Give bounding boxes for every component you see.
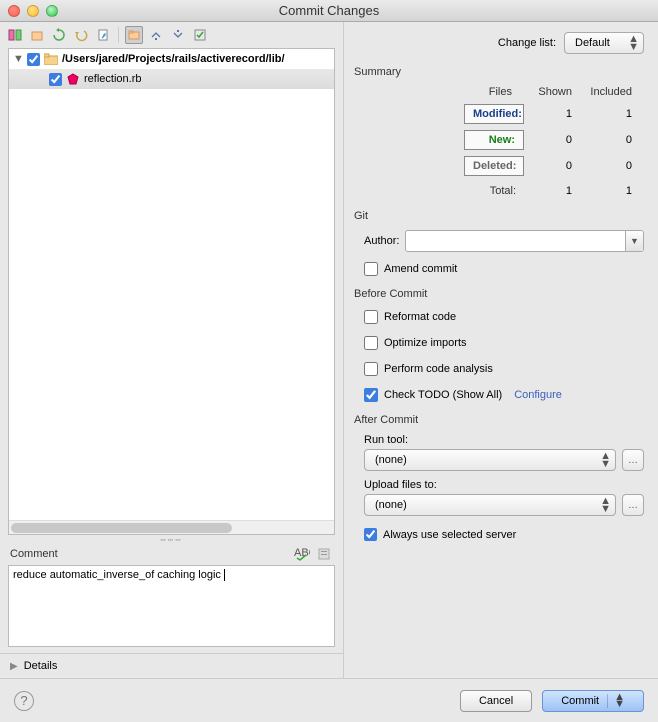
reformat-checkbox[interactable] [364, 310, 378, 324]
changelist-select[interactable]: Default ▲▼ [564, 32, 644, 54]
run-tool-browse-button[interactable]: … [622, 449, 644, 471]
col-included: Included [584, 86, 644, 98]
deleted-shown: 0 [524, 160, 584, 172]
collapse-all-icon[interactable] [169, 26, 187, 44]
revert-icon[interactable] [72, 26, 90, 44]
row-total-label: Total: [464, 182, 524, 200]
always-server-checkbox[interactable] [364, 528, 377, 541]
file-tree[interactable]: ▼ /Users/jared/Projects/rails/activereco… [8, 48, 335, 535]
root-path-label: /Users/jared/Projects/rails/activerecord… [62, 53, 285, 65]
total-included: 1 [584, 185, 644, 197]
upload-select[interactable]: (none) ▲▼ [364, 494, 616, 516]
details-toggle[interactable]: ▶ Details [0, 653, 343, 678]
amend-label: Amend commit [384, 263, 457, 275]
file-checkbox[interactable] [49, 73, 62, 86]
modified-included: 1 [584, 108, 644, 120]
chevron-down-icon[interactable]: ▼ [13, 53, 23, 65]
tree-file-row[interactable]: reflection.rb [9, 69, 334, 89]
upload-browse-button[interactable]: … [622, 494, 644, 516]
commit-button[interactable]: Commit ▲▼ [542, 690, 644, 712]
new-shown: 0 [524, 134, 584, 146]
analysis-label: Perform code analysis [384, 363, 493, 375]
titlebar: Commit Changes [0, 0, 658, 22]
optimize-label: Optimize imports [384, 337, 467, 349]
upload-value: (none) [375, 499, 407, 511]
refresh-icon[interactable] [50, 26, 68, 44]
move-to-changelist-icon[interactable] [28, 26, 46, 44]
total-shown: 1 [524, 185, 584, 197]
root-checkbox[interactable] [27, 53, 40, 66]
run-tool-select[interactable]: (none) ▲▼ [364, 449, 616, 471]
todo-label: Check TODO (Show All) [384, 389, 502, 401]
help-button[interactable]: ? [14, 691, 34, 711]
summary-table: Files Shown Included Modified: 1 1 New: … [364, 86, 644, 200]
file-tree-toolbar [0, 22, 343, 48]
cancel-button[interactable]: Cancel [460, 690, 532, 712]
commit-menu-arrow-icon[interactable]: ▲▼ [607, 694, 625, 708]
todo-checkbox[interactable] [364, 388, 378, 402]
row-modified-button[interactable]: Modified: [464, 104, 524, 124]
new-included: 0 [584, 134, 644, 146]
changelist-label: Change list: [498, 37, 556, 49]
svg-text:ABC: ABC [294, 547, 310, 559]
col-files: Files [464, 86, 524, 98]
always-server-label: Always use selected server [383, 529, 516, 541]
after-commit-title: After Commit [354, 414, 644, 426]
row-deleted-button[interactable]: Deleted: [464, 156, 524, 176]
before-commit-title: Before Commit [354, 288, 644, 300]
jump-to-source-icon[interactable] [94, 26, 112, 44]
file-name-label: reflection.rb [84, 73, 141, 85]
deleted-included: 0 [584, 160, 644, 172]
changelist-value: Default [575, 37, 610, 49]
details-label: Details [24, 660, 58, 672]
folder-icon [44, 52, 58, 66]
stepper-arrows-icon: ▲▼ [628, 35, 639, 51]
commit-message-input[interactable]: reduce automatic_inverse_of caching logi… [8, 565, 335, 647]
chevron-right-icon: ▶ [10, 661, 18, 672]
reformat-label: Reformat code [384, 311, 456, 323]
summary-title: Summary [354, 66, 644, 78]
run-tool-value: (none) [375, 454, 407, 466]
author-label: Author: [364, 235, 399, 247]
run-tool-label: Run tool: [364, 434, 644, 446]
stepper-arrows-icon: ▲▼ [600, 452, 611, 468]
commit-message-text: reduce automatic_inverse_of caching logi… [13, 569, 221, 581]
row-new-button[interactable]: New: [464, 130, 524, 150]
ruby-file-icon [66, 72, 80, 86]
expand-all-icon[interactable] [147, 26, 165, 44]
history-icon[interactable] [315, 545, 333, 563]
author-combobox[interactable]: ▼ [405, 230, 644, 252]
git-title: Git [354, 210, 644, 222]
horizontal-scrollbar[interactable] [9, 520, 334, 534]
tree-root-row[interactable]: ▼ /Users/jared/Projects/rails/activereco… [9, 49, 334, 69]
chevron-down-icon[interactable]: ▼ [625, 231, 643, 251]
select-all-icon[interactable] [191, 26, 209, 44]
modified-shown: 1 [524, 108, 584, 120]
optimize-checkbox[interactable] [364, 336, 378, 350]
show-diff-icon[interactable] [6, 26, 24, 44]
upload-label: Upload files to: [364, 479, 644, 491]
amend-checkbox[interactable] [364, 262, 378, 276]
col-shown: Shown [524, 86, 584, 98]
comment-label: Comment [10, 548, 58, 560]
stepper-arrows-icon: ▲▼ [600, 497, 611, 513]
spellcheck-icon[interactable]: ABC [293, 545, 311, 563]
analysis-checkbox[interactable] [364, 362, 378, 376]
window-title: Commit Changes [0, 3, 658, 18]
configure-link[interactable]: Configure [514, 389, 562, 401]
group-by-directory-icon[interactable] [125, 26, 143, 44]
